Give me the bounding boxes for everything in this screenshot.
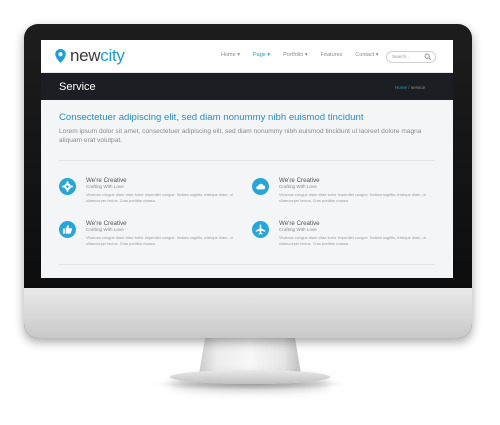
feature-item: We're Creative Crafting With Love Vivamu… bbox=[59, 177, 234, 218]
breadcrumb-home-link[interactable]: Home bbox=[395, 85, 407, 90]
feature-title: We're Creative bbox=[279, 177, 320, 184]
feature-item: We're Creative Crafting With Love Vivamu… bbox=[252, 177, 427, 218]
divider bbox=[59, 264, 435, 265]
monitor-chin bbox=[24, 288, 472, 338]
feature-item: We're Creative Crafting With Love Vivamu… bbox=[59, 220, 234, 261]
main-menu: Home ▾ Page ▾ Portfolio ▾ Features Conta… bbox=[221, 52, 392, 58]
feature-icon-circle bbox=[252, 221, 269, 238]
site-logo[interactable]: new city bbox=[55, 46, 125, 65]
feature-text: Vivamus congue diam vitae tortor imperdi… bbox=[86, 192, 233, 203]
feature-text: Vivamus congue diam vitae tortor imperdi… bbox=[279, 235, 426, 246]
breadcrumb-current: service bbox=[410, 85, 426, 90]
feature-subtitle: Crafting With Love bbox=[86, 184, 124, 189]
breadcrumb: Home / service bbox=[395, 85, 425, 90]
feature-icon-circle bbox=[252, 178, 269, 195]
logo-text-new: new bbox=[70, 46, 101, 65]
page-title: Service bbox=[59, 81, 96, 93]
website-screen: new city Home ▾ Page ▾ Portfolio ▾ Featu… bbox=[41, 40, 453, 278]
feature-title: We're Creative bbox=[86, 220, 127, 227]
feature-title: We're Creative bbox=[86, 177, 127, 184]
search-input[interactable]: Search... bbox=[386, 51, 436, 63]
feature-subtitle: Crafting With Love bbox=[279, 227, 317, 232]
feature-text: Vivamus congue diam vitae tortor imperdi… bbox=[86, 235, 233, 246]
breadcrumb-separator: / bbox=[408, 85, 410, 90]
divider bbox=[59, 160, 435, 161]
menu-item-features[interactable]: Features bbox=[321, 52, 343, 58]
menu-item-portfolio[interactable]: Portfolio ▾ bbox=[283, 52, 307, 58]
monitor-stand-base bbox=[170, 370, 330, 384]
thumbs-up-icon bbox=[62, 225, 73, 234]
cloud-icon bbox=[256, 183, 266, 190]
top-navbar: new city Home ▾ Page ▾ Portfolio ▾ Featu… bbox=[41, 40, 453, 73]
location-pin-icon bbox=[55, 49, 66, 63]
feature-subtitle: Crafting With Love bbox=[86, 227, 124, 232]
menu-item-home[interactable]: Home ▾ bbox=[221, 52, 240, 58]
menu-item-page[interactable]: Page ▾ bbox=[253, 52, 270, 58]
feature-icon-circle bbox=[59, 221, 76, 238]
intro-text: Lorem ipsum dolor sit amet, consectetuer… bbox=[59, 128, 422, 144]
page-title-bar: Service Home / service bbox=[41, 73, 453, 100]
menu-item-contact[interactable]: Contact ▾ bbox=[355, 52, 378, 58]
feature-text: Vivamus congue diam vitae tortor imperdi… bbox=[279, 192, 426, 203]
search-placeholder: Search... bbox=[392, 54, 411, 59]
feature-subtitle: Crafting With Love bbox=[279, 184, 317, 189]
feature-title: We're Creative bbox=[279, 220, 320, 227]
gear-icon bbox=[62, 181, 73, 192]
feature-item: We're Creative Crafting With Love Vivamu… bbox=[252, 220, 427, 261]
plane-icon bbox=[255, 224, 266, 235]
feature-icon-circle bbox=[59, 178, 76, 195]
intro-headline: Consectetuer adipiscing elit, sed diam n… bbox=[59, 112, 364, 123]
logo-text-city: city bbox=[100, 46, 125, 65]
search-icon[interactable] bbox=[424, 53, 432, 61]
